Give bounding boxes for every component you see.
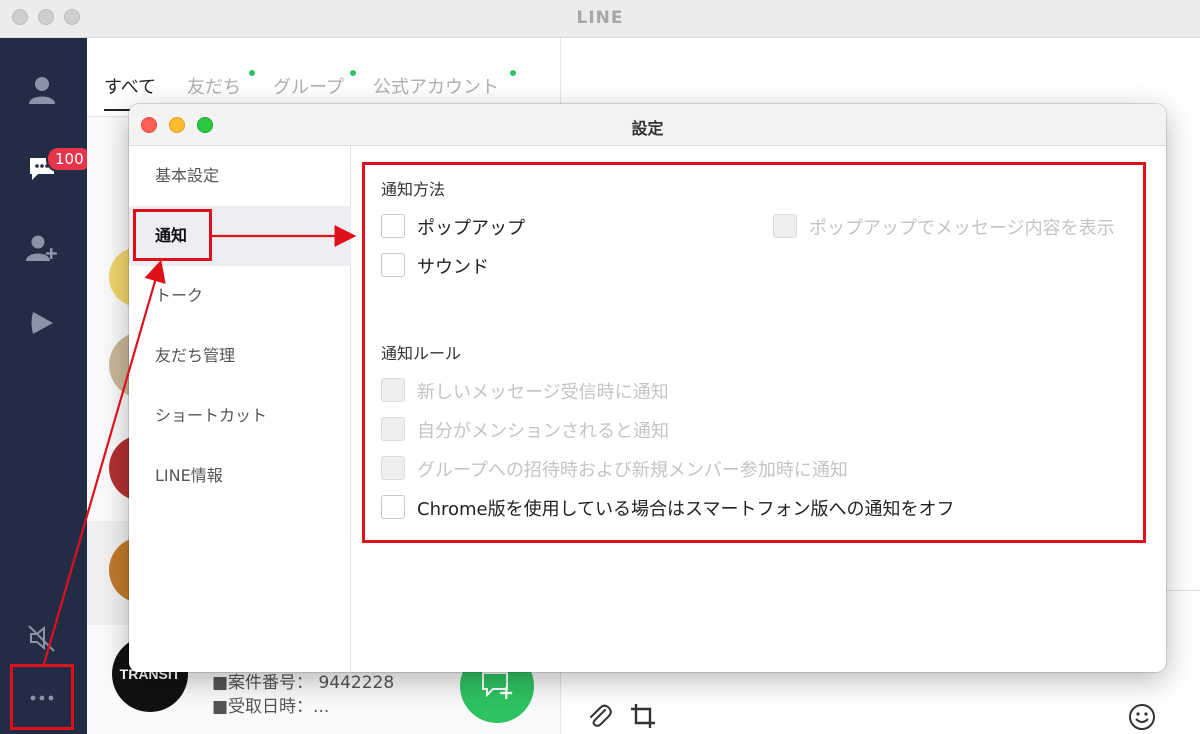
add-friend-icon[interactable] <box>22 228 62 268</box>
message-preview-line: ■受取日時：... <box>212 697 330 717</box>
new-chat-icon <box>482 672 513 699</box>
new-dot <box>510 70 516 76</box>
menu-item-friend-management[interactable]: 友だち管理 <box>129 326 351 386</box>
play-icon[interactable] <box>22 303 62 343</box>
main-titlebar: LINE <box>0 0 1200 38</box>
paperclip-icon[interactable] <box>585 702 613 734</box>
tab-friends[interactable]: 友だち <box>187 73 241 99</box>
highlight-notifications-menu <box>133 209 212 261</box>
menu-item-general[interactable]: 基本設定 <box>129 146 351 206</box>
menu-item-talk[interactable]: トーク <box>129 266 351 326</box>
sidebar: 100 <box>0 38 93 734</box>
crop-icon[interactable] <box>629 702 657 734</box>
menu-item-shortcuts[interactable]: ショートカット <box>129 386 351 446</box>
dialog-titlebar: 設定 <box>129 104 1166 146</box>
new-dot <box>350 70 356 76</box>
tab-groups[interactable]: グループ <box>273 73 344 99</box>
emoji-icon[interactable] <box>1127 702 1157 734</box>
mute-icon[interactable] <box>22 618 62 658</box>
person-icon[interactable] <box>22 70 62 110</box>
highlight-more-button <box>10 664 74 730</box>
tab-official-accounts[interactable]: 公式アカウント <box>373 73 499 99</box>
app-title: LINE <box>576 8 624 28</box>
menu-item-line-info[interactable]: LINE情報 <box>129 446 351 506</box>
highlight-settings-content <box>362 162 1146 543</box>
unread-badge: 100 <box>46 146 93 172</box>
dialog-title: 設定 <box>631 119 664 138</box>
new-dot <box>249 70 255 76</box>
